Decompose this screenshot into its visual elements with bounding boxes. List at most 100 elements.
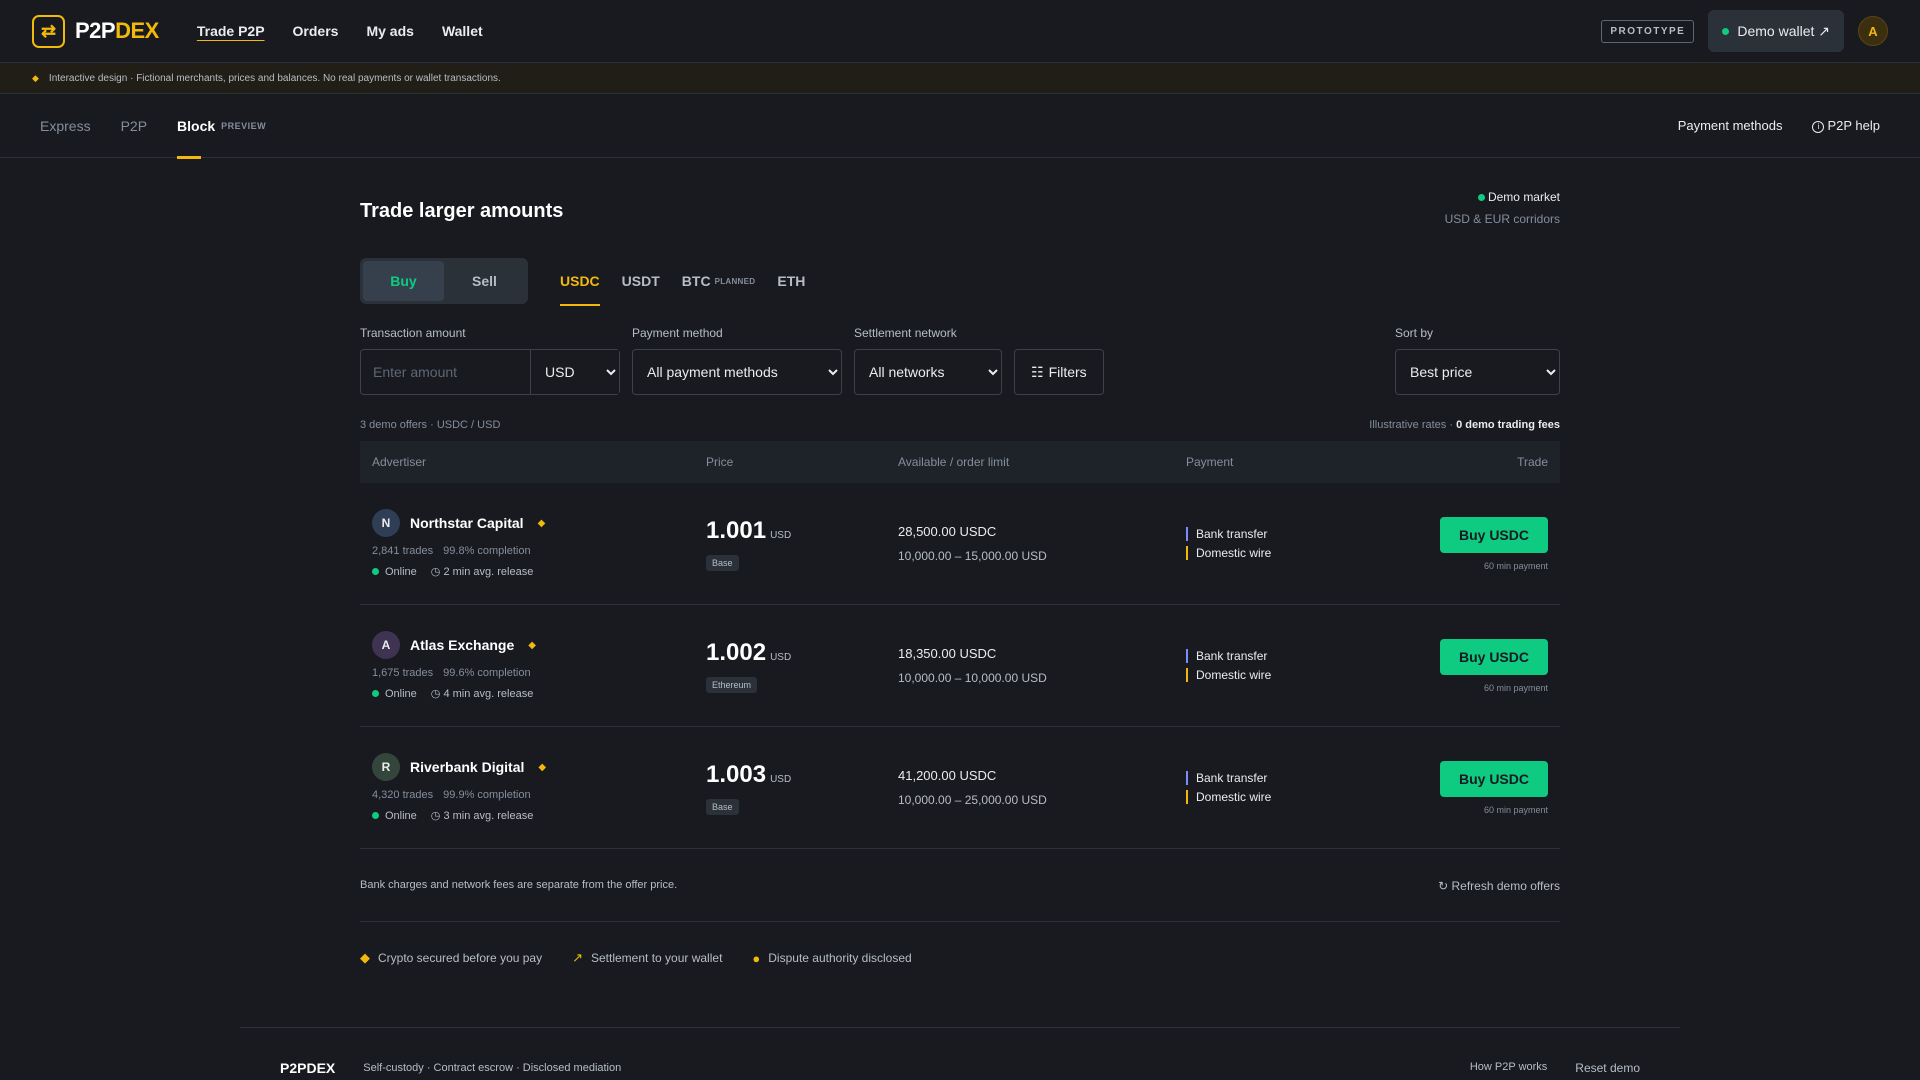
diamond-icon: ◆ bbox=[32, 72, 39, 83]
status-dot-icon bbox=[1477, 194, 1485, 201]
nav-trade-p2p[interactable]: Trade P2P bbox=[197, 23, 265, 39]
clock-icon: ◷ bbox=[430, 566, 441, 578]
planned-tag: PLANNED bbox=[714, 276, 756, 286]
sort-select[interactable]: Best price bbox=[1395, 349, 1560, 395]
price-currency: USD bbox=[770, 773, 792, 785]
table-row: A Atlas Exchange ◆ 1,675 trades 99.6% com… bbox=[360, 605, 1560, 727]
coin-tab-usdc[interactable]: USDC bbox=[560, 258, 600, 306]
market-status: Demo market USD & EUR corridors bbox=[1444, 190, 1560, 226]
advertiser-stats: 4,320 trades 99.9% completion bbox=[372, 789, 531, 801]
footer-tagline: Self-custody · Contract escrow · Disclos… bbox=[363, 1062, 622, 1074]
filter-bar: Transaction amount USD Payment method Al… bbox=[360, 326, 1560, 395]
arrow-up-right-icon: ↗ bbox=[572, 950, 583, 965]
info-icon: i bbox=[1812, 120, 1825, 133]
payment-method-bank-transfer: Bank transfer bbox=[1186, 771, 1386, 785]
online-dot-icon bbox=[372, 690, 379, 697]
diamond-icon: ◆ bbox=[360, 950, 370, 965]
coin-tabs: USDC USDT BTC PLANNED ETH bbox=[560, 258, 805, 306]
clock-icon: ◷ bbox=[430, 810, 441, 822]
advertiser-name[interactable]: Atlas Exchange bbox=[410, 637, 514, 653]
online-dot-icon bbox=[372, 568, 379, 575]
user-avatar[interactable]: A bbox=[1858, 16, 1888, 46]
buy-usdc-button[interactable]: Buy USDC bbox=[1440, 760, 1548, 797]
network-tag: Base bbox=[706, 554, 739, 571]
payment-methods-link[interactable]: Payment methods bbox=[1678, 118, 1783, 133]
payment-time: 60 min payment bbox=[1483, 682, 1548, 693]
tab-p2p[interactable]: P2P bbox=[121, 94, 147, 158]
advertiser-status: Online ◷ 3 min avg. release bbox=[372, 809, 706, 822]
payment-time: 60 min payment bbox=[1483, 804, 1548, 815]
payment-method-domestic-wire: Domestic wire bbox=[1186, 546, 1386, 560]
network-select[interactable]: All networks bbox=[854, 349, 1002, 395]
offers-table: Advertiser Price Available / order limit… bbox=[360, 441, 1560, 849]
advertiser-avatar[interactable]: N bbox=[372, 509, 400, 537]
payment-cell: Bank transfer Domestic wire bbox=[1186, 644, 1386, 687]
refresh-button[interactable]: ↻ Refresh demo offers bbox=[1438, 879, 1560, 893]
main-nav: Trade P2P Orders My ads Wallet bbox=[197, 23, 483, 39]
filter-list-icon: ☷ bbox=[1031, 363, 1044, 380]
coin-tab-eth[interactable]: ETH bbox=[777, 258, 805, 304]
amount-input[interactable] bbox=[361, 350, 531, 394]
payment-method-label: Payment method bbox=[632, 326, 723, 340]
advertiser-avatar[interactable]: R bbox=[372, 753, 400, 781]
footer-logo: P2PDEX bbox=[280, 1060, 336, 1076]
advertiser-name[interactable]: Northstar Capital bbox=[410, 515, 524, 531]
order-limit: 10,000.00 – 15,000.00 USD bbox=[898, 549, 1047, 563]
amount-label: Transaction amount bbox=[360, 326, 466, 340]
buy-usdc-button[interactable]: Buy USDC bbox=[1440, 516, 1548, 553]
feature-settlement: ↗ Settlement to your wallet bbox=[572, 950, 723, 965]
buy-sell-toggle: Buy Sell bbox=[360, 258, 528, 304]
wallet-label: Demo wallet ↗ bbox=[1737, 22, 1830, 39]
nav-my-ads[interactable]: My ads bbox=[366, 23, 413, 39]
network-tag: Ethereum bbox=[706, 676, 758, 693]
verified-icon: ◆ bbox=[537, 517, 546, 529]
payment-method-domestic-wire: Domestic wire bbox=[1186, 790, 1386, 804]
advertiser-name[interactable]: Riverbank Digital bbox=[410, 759, 524, 775]
tab-block[interactable]: Block PREVIEW bbox=[177, 94, 267, 159]
p2p-help-link[interactable]: i P2P help bbox=[1812, 118, 1880, 133]
demo-wallet-button[interactable]: Demo wallet ↗ bbox=[1708, 10, 1844, 52]
payment-cell: Bank transfer Domestic wire bbox=[1186, 522, 1386, 565]
price-currency: USD bbox=[770, 651, 792, 663]
order-limit: 10,000.00 – 25,000.00 USD bbox=[898, 793, 1047, 807]
nav-wallet[interactable]: Wallet bbox=[442, 23, 483, 39]
page-title: Trade larger amounts bbox=[360, 200, 564, 222]
online-dot-icon bbox=[372, 812, 379, 819]
advertiser-status: Online ◷ 4 min avg. release bbox=[372, 687, 706, 700]
payment-method-bank-transfer: Bank transfer bbox=[1186, 649, 1386, 663]
filters-button[interactable]: ☷ Filters bbox=[1014, 349, 1104, 395]
advertiser-avatar[interactable]: A bbox=[372, 631, 400, 659]
buy-toggle[interactable]: Buy bbox=[363, 261, 444, 301]
how-p2p-works-link[interactable]: How P2P works bbox=[1470, 1061, 1547, 1075]
trade-cell: Buy USDC 60 min payment bbox=[1386, 516, 1548, 571]
sell-toggle[interactable]: Sell bbox=[444, 261, 525, 301]
coin-tab-btc[interactable]: BTC PLANNED bbox=[682, 258, 756, 304]
clock-icon: ◷ bbox=[430, 688, 441, 700]
available-cell: 18,350.00 USDC 10,000.00 – 10,000.00 USD bbox=[898, 646, 1186, 685]
connected-dot-icon bbox=[1722, 27, 1730, 35]
tab-express[interactable]: Express bbox=[40, 94, 91, 158]
payment-method-select[interactable]: All payment methods bbox=[632, 349, 842, 395]
table-row: R Riverbank Digital ◆ 4,320 trades 99.9% … bbox=[360, 727, 1560, 849]
price-value: 1.001 bbox=[706, 516, 767, 544]
offer-count: 3 demo offers · USDC / USD bbox=[360, 419, 501, 431]
advertiser-status: Online ◷ 2 min avg. release bbox=[372, 565, 706, 578]
fees-note-row: Bank charges and network fees are separa… bbox=[360, 879, 1560, 922]
trade-cell: Buy USDC 60 min payment bbox=[1386, 760, 1548, 815]
currency-select[interactable]: USD bbox=[531, 350, 619, 394]
footer: P2PDEX Self-custody · Contract escrow · … bbox=[240, 1027, 1680, 1076]
buy-usdc-button[interactable]: Buy USDC bbox=[1440, 638, 1548, 675]
logo-text: P2PDEX bbox=[75, 18, 159, 43]
offers-meta: 3 demo offers · USDC / USD Illustrative … bbox=[360, 419, 1560, 431]
coin-tab-usdt[interactable]: USDT bbox=[622, 258, 660, 304]
price-value: 1.002 bbox=[706, 638, 767, 666]
alert-circle-icon: ● bbox=[752, 950, 761, 966]
reset-demo-link[interactable]: Reset demo bbox=[1575, 1061, 1640, 1075]
preview-tag: PREVIEW bbox=[221, 120, 267, 131]
available-amount: 28,500.00 USDC bbox=[898, 524, 997, 539]
advertiser-stats: 1,675 trades 99.6% completion bbox=[372, 667, 531, 679]
available-cell: 41,200.00 USDC 10,000.00 – 25,000.00 USD bbox=[898, 768, 1186, 807]
advertiser-cell: N Northstar Capital ◆ 2,841 trades 99.8% … bbox=[372, 509, 706, 578]
nav-orders[interactable]: Orders bbox=[293, 23, 339, 39]
logo[interactable]: ⇄ P2PDEX bbox=[32, 14, 159, 48]
